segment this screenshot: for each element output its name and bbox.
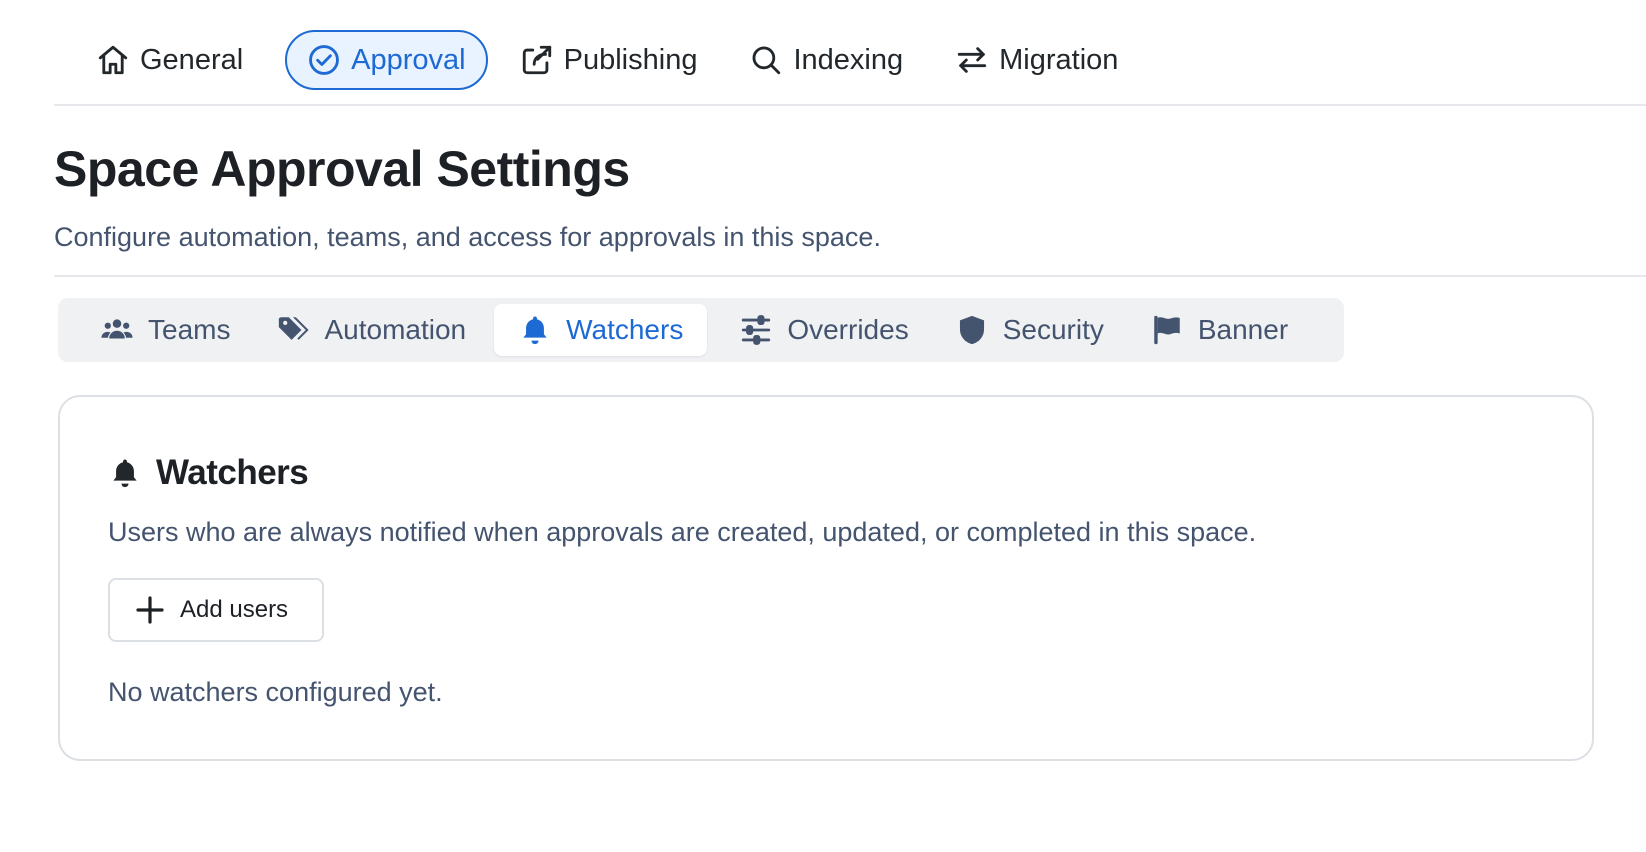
- sub-tab-security[interactable]: Security: [941, 304, 1118, 356]
- sub-tab-teams-label: Teams: [148, 314, 231, 345]
- watchers-card-title: Watchers: [108, 453, 309, 493]
- bell-icon: [523, 316, 547, 345]
- tab-approval-label: Approval: [351, 43, 466, 76]
- plus-icon: [136, 596, 164, 624]
- add-users-button-label: Add users: [180, 596, 289, 623]
- tab-approval[interactable]: Approval: [285, 30, 488, 90]
- top-nav: General Approval Publishing Indexing Mig…: [54, 30, 1646, 106]
- watchers-description: Users who are always notified when appro…: [108, 517, 1257, 547]
- tab-migration-label: Migration: [999, 43, 1119, 76]
- search-icon: [753, 46, 781, 75]
- bell-icon: [113, 459, 137, 488]
- sub-tab-automation-label: Automation: [324, 314, 467, 345]
- sub-tab-watchers-label: Watchers: [566, 314, 684, 345]
- sub-tab-banner[interactable]: Banner: [1136, 304, 1302, 356]
- tab-publishing-label: Publishing: [563, 43, 698, 76]
- share-icon: [522, 45, 551, 75]
- tab-general[interactable]: General: [82, 30, 267, 90]
- empty-watchers-message: No watchers configured yet.: [108, 677, 443, 707]
- header-divider: [54, 275, 1646, 277]
- sub-tab-banner-label: Banner: [1197, 314, 1289, 345]
- sub-tab-teams[interactable]: Teams: [86, 304, 244, 356]
- shield-icon: [959, 315, 984, 345]
- flag-icon: [1154, 315, 1180, 345]
- people-icon: [101, 319, 133, 339]
- sliders-icon: [742, 315, 771, 345]
- tab-indexing[interactable]: Indexing: [735, 30, 927, 90]
- settings-sub-tabs: Teams Automation Watchers Overrides Secu…: [58, 298, 1344, 362]
- sub-tab-overrides[interactable]: Overrides: [725, 304, 922, 356]
- sub-tab-watchers[interactable]: Watchers: [494, 304, 708, 356]
- approval-settings-page: General Approval Publishing Indexing Mig…: [0, 0, 1646, 852]
- watchers-card-title-text: Watchers: [156, 453, 309, 492]
- tab-indexing-label: Indexing: [793, 43, 904, 76]
- watchers-card: Watchers Users who are always notified w…: [58, 395, 1594, 761]
- sub-tab-security-label: Security: [1002, 314, 1104, 345]
- tags-icon: [279, 317, 310, 340]
- sub-tab-automation[interactable]: Automation: [262, 304, 480, 356]
- page-subtitle: Configure automation, teams, and access …: [54, 222, 881, 252]
- tab-publishing[interactable]: Publishing: [506, 30, 722, 90]
- add-users-button[interactable]: Add users: [108, 578, 324, 642]
- check-circle-icon: [309, 45, 340, 75]
- tab-general-label: General: [140, 43, 244, 76]
- home-icon: [98, 45, 128, 75]
- swap-arrows-icon: [957, 47, 987, 73]
- tab-migration[interactable]: Migration: [941, 30, 1142, 90]
- page-title: Space Approval Settings: [54, 141, 630, 197]
- sub-tab-overrides-label: Overrides: [787, 314, 909, 345]
